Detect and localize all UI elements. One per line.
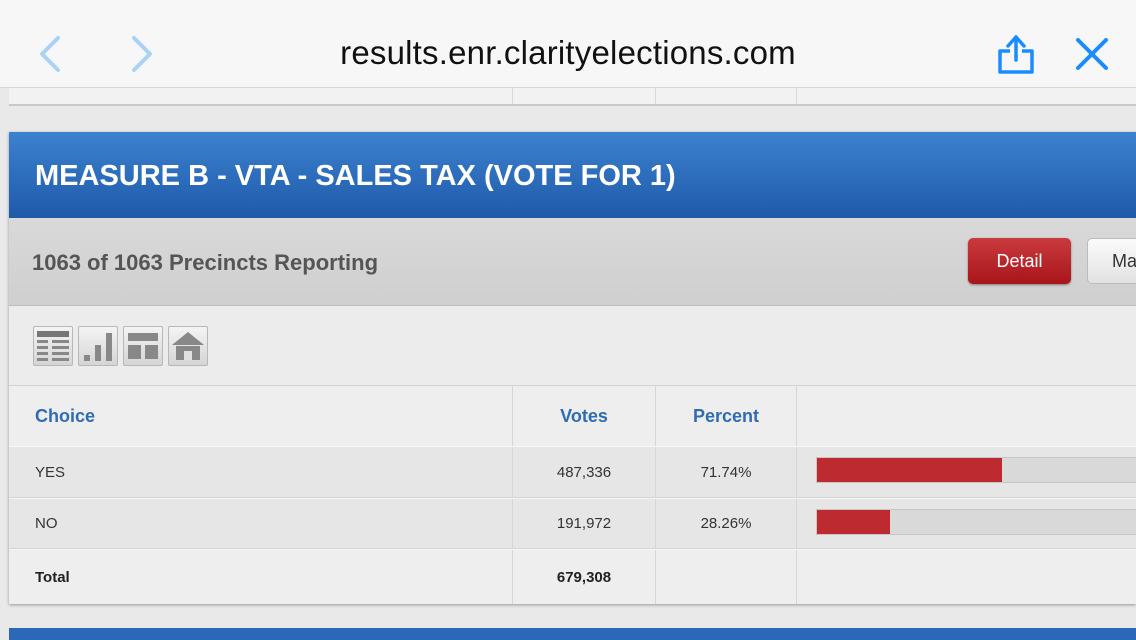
total-bar-cell (796, 550, 1136, 604)
layout-view-button[interactable] (123, 326, 163, 366)
view-toolbar (9, 306, 1136, 386)
table-view-button[interactable] (33, 326, 73, 366)
total-row: Total 679,308 (9, 549, 1136, 604)
map-button[interactable]: Ma (1087, 238, 1136, 284)
percent-bar-fill (817, 510, 890, 534)
column-divider (655, 88, 656, 104)
results-table: Choice Votes Percent YES 487,336 71.74% … (9, 386, 1136, 604)
bar-header (796, 386, 1136, 446)
previous-contest-panel (9, 88, 1136, 106)
next-contest-header[interactable] (9, 628, 1136, 640)
contest-panel: MEASURE B - VTA - SALES TAX (VOTE FOR 1)… (9, 132, 1136, 604)
share-icon[interactable] (996, 34, 1036, 74)
percent-cell: 28.26% (655, 499, 796, 548)
browser-toolbar: results.enr.clarityelections.com (0, 0, 1136, 88)
choice-cell: YES (35, 463, 66, 481)
url-bar[interactable]: results.enr.clarityelections.com (0, 34, 1136, 72)
percent-header[interactable]: Percent (655, 386, 796, 446)
percent-bar (816, 457, 1136, 483)
percent-bar (816, 509, 1136, 535)
table-header: Choice Votes Percent (9, 386, 1136, 446)
contest-title: MEASURE B - VTA - SALES TAX (VOTE FOR 1) (35, 160, 676, 192)
total-percent-cell (655, 550, 796, 604)
detail-button[interactable]: Detail (968, 238, 1071, 284)
page-content: MEASURE B - VTA - SALES TAX (VOTE FOR 1)… (0, 88, 1136, 640)
choice-cell: NO (35, 515, 58, 532)
home-view-button[interactable] (168, 326, 208, 366)
choice-header[interactable]: Choice (9, 386, 512, 446)
table-row: YES 487,336 71.74% (9, 446, 1136, 498)
bar-chart-icon (84, 333, 112, 361)
table-row: NO 191,972 28.26% (9, 498, 1136, 549)
bar-chart-view-button[interactable] (78, 326, 118, 366)
contest-header[interactable]: MEASURE B - VTA - SALES TAX (VOTE FOR 1) (9, 132, 1136, 218)
contest-status-bar: 1063 of 1063 Precincts Reporting Detail … (9, 218, 1136, 306)
layout-icon (128, 333, 158, 359)
precincts-reporting: 1063 of 1063 Precincts Reporting (32, 250, 379, 275)
column-divider (796, 88, 797, 104)
percent-bar-fill (817, 458, 1003, 482)
table-view-icon (37, 331, 69, 361)
close-icon[interactable] (1074, 36, 1110, 72)
votes-header[interactable]: Votes (512, 386, 655, 446)
votes-cell: 191,972 (512, 499, 655, 548)
home-icon (172, 332, 204, 360)
total-votes: 679,308 (512, 550, 655, 604)
column-divider (512, 88, 513, 104)
bar-cell (796, 499, 1136, 548)
bar-cell (796, 447, 1136, 497)
percent-cell: 71.74% (655, 447, 796, 497)
votes-cell: 487,336 (512, 447, 655, 497)
total-label: Total (35, 568, 70, 586)
